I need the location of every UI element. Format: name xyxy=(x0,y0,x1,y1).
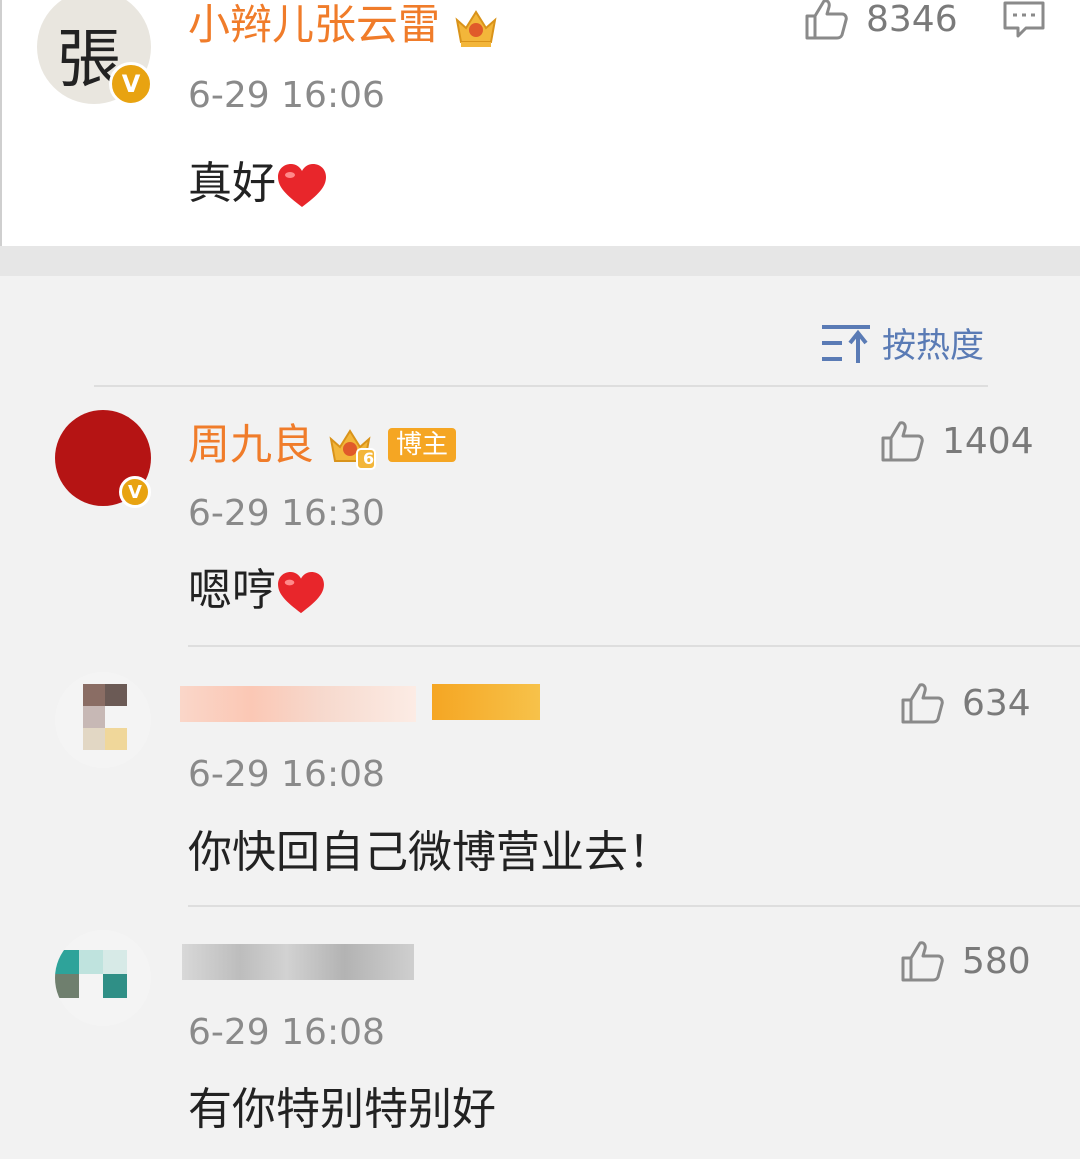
avatar-blur-pixel xyxy=(83,728,105,750)
main-post-content: 真好 xyxy=(188,162,328,209)
comment-like-count: 634 xyxy=(962,682,1031,724)
comment-like-button[interactable]: 580 xyxy=(900,940,1031,982)
comment-author[interactable]: 周九良 xyxy=(188,424,377,471)
comment-like-count: 580 xyxy=(962,940,1031,982)
crown-level: 6 xyxy=(363,449,375,468)
main-post-like-button[interactable]: 8346 xyxy=(804,0,958,40)
blogger-badge: 博主 xyxy=(388,428,457,462)
comment-author-blurred[interactable] xyxy=(182,944,414,980)
heart-icon xyxy=(278,571,324,614)
avatar-blur-pixel xyxy=(105,728,127,750)
avatar-blur-pixel xyxy=(55,950,79,974)
comment-author-blurred[interactable] xyxy=(180,686,416,722)
comment-time: 6-29 16:08 xyxy=(188,1012,385,1053)
badge-blurred xyxy=(432,684,540,720)
comment-content: 嗯哼 xyxy=(188,569,326,615)
heart-icon xyxy=(278,164,326,207)
avatar-blur-pixel xyxy=(103,950,127,974)
main-post-avatar[interactable]: 張 V xyxy=(37,0,153,106)
comment-avatar[interactable]: V xyxy=(55,410,151,508)
avatar-blur-pixel xyxy=(83,706,105,728)
avatar-blur-pixel xyxy=(103,974,127,998)
comment-like-button[interactable]: 634 xyxy=(900,682,1031,724)
avatar-blur-pixel xyxy=(79,950,103,974)
verified-icon: V xyxy=(109,62,153,106)
thumbs-up-icon xyxy=(805,0,848,40)
thumbs-up-icon xyxy=(881,421,924,462)
main-post-time: 6-29 16:06 xyxy=(188,75,385,116)
sort-icon xyxy=(822,324,870,363)
comment-avatar[interactable] xyxy=(55,930,151,1026)
sort-label: 按热度 xyxy=(882,326,984,366)
comment-separator xyxy=(188,645,1080,647)
comment-content: 你快回自己微博营业去！ xyxy=(188,827,672,878)
main-post-like-count: 8346 xyxy=(866,0,958,40)
verified-icon: V xyxy=(119,476,151,508)
comment-time: 6-29 16:08 xyxy=(188,754,385,795)
avatar-blur-pixel xyxy=(105,684,127,706)
sort-by-hot-button[interactable]: 按热度 xyxy=(820,318,984,367)
crown-icon xyxy=(455,9,497,47)
comment-separator xyxy=(188,905,1080,907)
section-divider xyxy=(0,246,1080,276)
thumbs-up-icon xyxy=(901,941,944,982)
sort-separator xyxy=(94,385,988,387)
avatar-blur-pixel xyxy=(55,974,79,998)
comment-like-button[interactable]: 1404 xyxy=(880,420,1034,462)
comment-icon[interactable] xyxy=(1002,0,1046,40)
comment-content: 有你特别特别好 xyxy=(188,1084,496,1135)
comment-like-count: 1404 xyxy=(942,420,1034,462)
comment-avatar[interactable] xyxy=(55,672,151,768)
main-post-author[interactable]: 小辫儿张云雷 xyxy=(188,4,499,50)
avatar-blur-pixel xyxy=(83,684,105,706)
thumbs-up-icon xyxy=(901,683,944,724)
comment-time: 6-29 16:30 xyxy=(188,493,385,534)
